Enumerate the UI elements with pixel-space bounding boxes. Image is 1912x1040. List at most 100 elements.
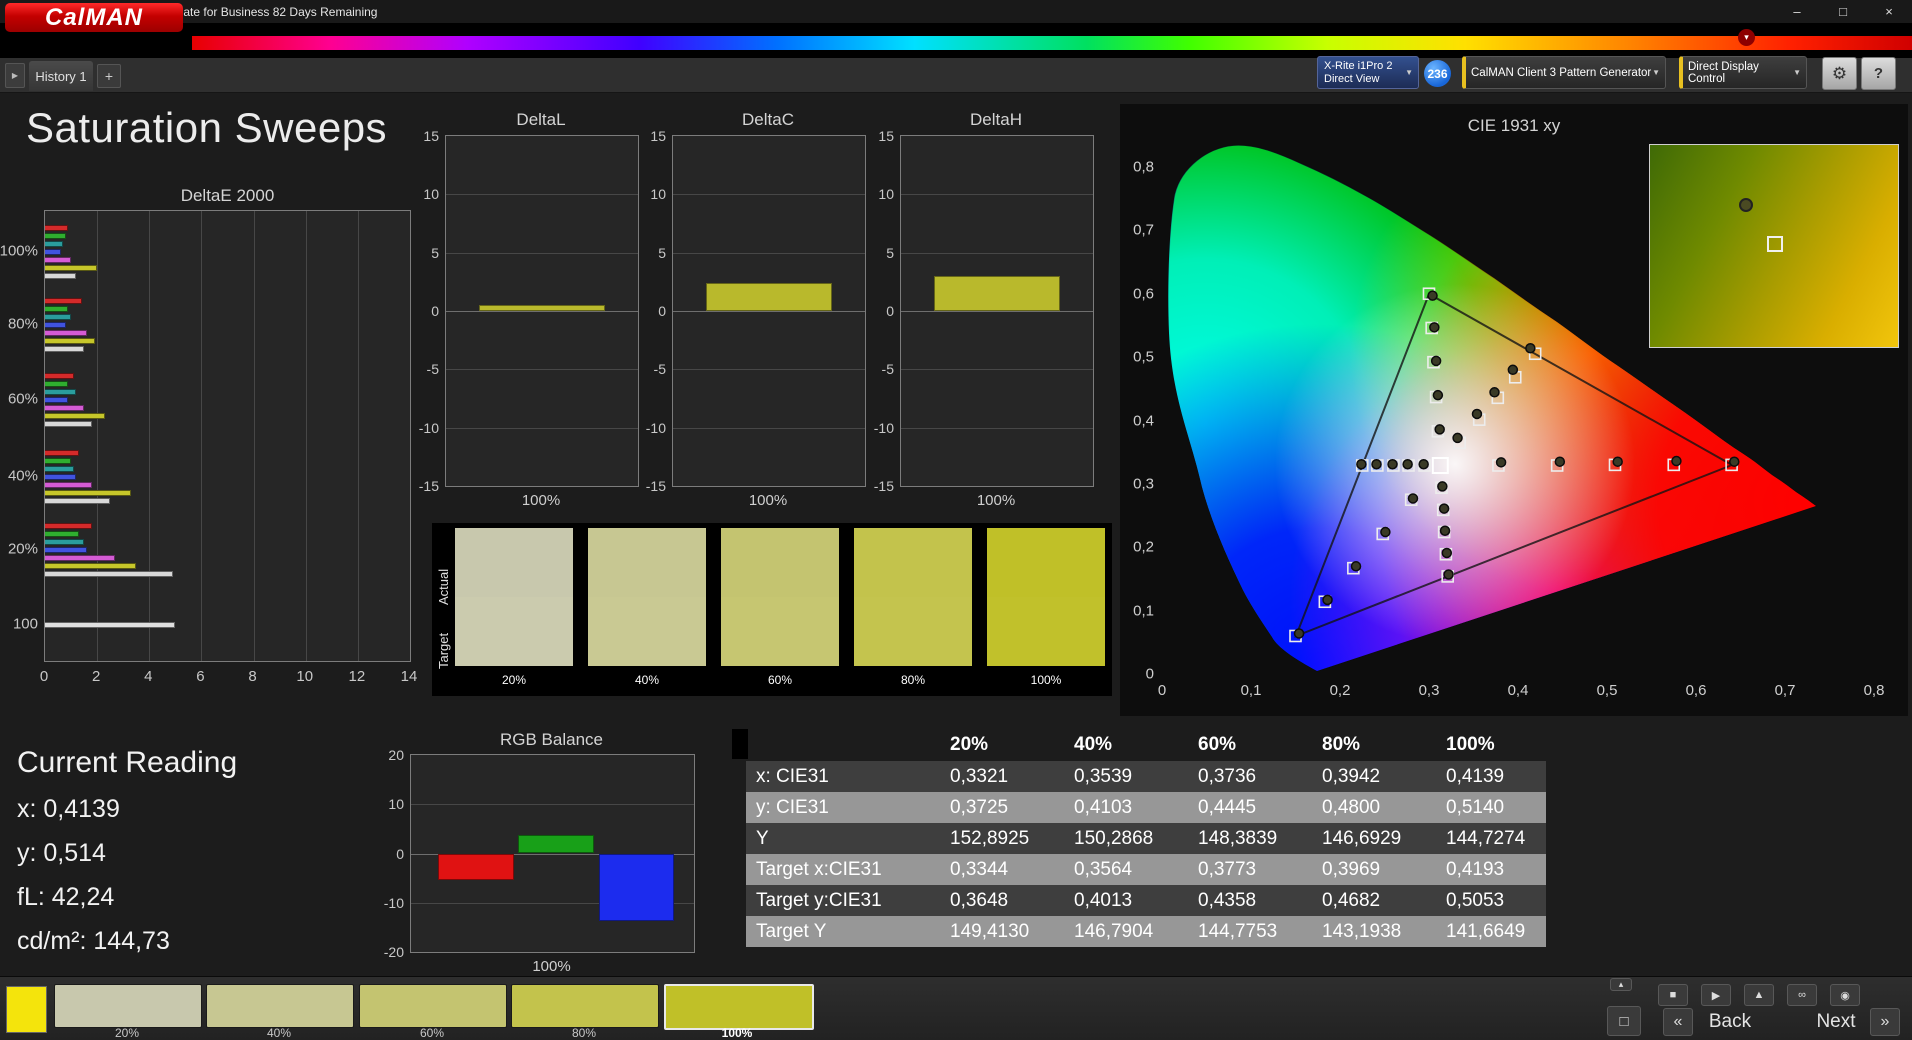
gridline — [901, 194, 1093, 195]
eject-button[interactable]: ▲ — [1744, 984, 1774, 1006]
gridline — [149, 211, 150, 661]
meter-reading-badge[interactable]: 236 — [1424, 60, 1451, 87]
gridline — [411, 804, 694, 805]
add-tab-button[interactable]: + — [97, 64, 121, 88]
logo-menu-chevron-icon[interactable]: ▾ — [1738, 29, 1755, 46]
delta-h-chart-title: DeltaH — [900, 110, 1092, 130]
cie-measured-marker — [1388, 460, 1397, 469]
delta-e-bar — [45, 555, 115, 561]
table-cell: 0,4800 — [1298, 792, 1422, 823]
gridline — [901, 311, 1093, 312]
next-chevrons-button[interactable]: » — [1870, 1008, 1900, 1036]
display-control-dropdown[interactable]: Direct Display Control ▼ — [1679, 56, 1807, 89]
swatch-label: 40% — [588, 673, 706, 687]
next-button[interactable]: Next — [1806, 1011, 1866, 1033]
delta-e-bar — [45, 563, 136, 569]
stop-button[interactable]: ■ — [1658, 984, 1688, 1006]
cie-measured-marker — [1526, 344, 1535, 353]
swatch-label: 80% — [854, 673, 972, 687]
column-header: 80% — [1298, 729, 1422, 761]
minimize-button[interactable]: – — [1774, 0, 1820, 23]
cie-measured-marker — [1435, 425, 1444, 434]
target-color — [588, 597, 706, 666]
axis-tick-label: 0,8 — [1864, 682, 1885, 699]
cie-y-axis-labels: 00,10,20,30,40,50,60,70,8 — [1120, 104, 1154, 716]
calman-logo[interactable]: CalMAN — [5, 3, 183, 32]
table-cell: 0,3321 — [926, 761, 1050, 792]
play-button[interactable]: ▶ — [1701, 984, 1731, 1006]
gridline — [446, 194, 638, 195]
axis-tick-label: -15 — [874, 478, 894, 494]
axis-tick-label: 2 — [92, 668, 100, 685]
back-button[interactable]: Back — [1700, 1011, 1760, 1033]
axis-tick-label: 0,5 — [1120, 349, 1154, 366]
axis-tick-label: 10 — [878, 186, 894, 202]
actual-target-swatch-panel: Actual Target 20%40%60%80%100% — [432, 523, 1112, 696]
delta-e-bar — [45, 531, 79, 537]
pattern-button-100%[interactable] — [664, 984, 814, 1030]
gridline — [673, 428, 865, 429]
close-button[interactable]: × — [1866, 0, 1912, 23]
axis-tick-label: 0,5 — [1597, 682, 1618, 699]
axis-tick-label: 5 — [658, 245, 666, 261]
table-cell: 150,2868 — [1050, 823, 1174, 854]
page-title: Saturation Sweeps — [26, 104, 387, 152]
delta-bar — [479, 305, 606, 311]
pattern-button-20%[interactable] — [54, 984, 202, 1028]
table-cell: 141,6649 — [1422, 916, 1546, 947]
cie-measured-marker — [1613, 457, 1622, 466]
calman-window: CalMAN 2018 CalMAN Ultimate for Business… — [0, 0, 1912, 1040]
pattern-button-80%[interactable] — [511, 984, 659, 1028]
table-row: Target y:CIE310,36480,40130,43580,46820,… — [746, 885, 1546, 916]
deltae-chart-title: DeltaE 2000 — [44, 186, 411, 206]
continuous-button[interactable]: ∞ — [1787, 984, 1817, 1006]
axis-tick-label: 0,1 — [1120, 602, 1154, 619]
help-icon[interactable]: ? — [1861, 57, 1896, 90]
table-cell: 0,5053 — [1422, 885, 1546, 916]
axis-tick-label: 40% — [8, 468, 38, 485]
read-button[interactable]: ◉ — [1830, 984, 1860, 1006]
delta-e-bar — [45, 346, 84, 352]
pattern-button-40%[interactable] — [206, 984, 354, 1028]
delta-e-bar — [45, 233, 66, 239]
swatch-label: 20% — [455, 673, 573, 687]
axis-tick-label: 10 — [388, 796, 404, 812]
actual-color — [854, 528, 972, 597]
tab-history-1[interactable]: History 1 — [29, 61, 93, 91]
axis-tick-label: 20% — [8, 541, 38, 558]
delta-e-bar — [45, 622, 175, 628]
cie-measured-marker — [1730, 457, 1739, 466]
table-cell: 0,4013 — [1050, 885, 1174, 916]
maximize-button[interactable]: □ — [1820, 0, 1866, 23]
cie-measured-marker — [1408, 494, 1417, 503]
cie-measured-marker — [1490, 388, 1499, 397]
current-reading-fl: fL: 42,24 — [17, 883, 114, 912]
target-color — [721, 597, 839, 666]
back-chevrons-button[interactable]: « — [1663, 1008, 1693, 1036]
pattern-window-button[interactable]: □ — [1607, 1006, 1641, 1036]
pattern-button-60%[interactable] — [359, 984, 507, 1028]
collapse-bar-button[interactable]: ▴ — [1610, 978, 1632, 991]
delta-e-bar — [45, 482, 92, 488]
column-header: 100% — [1422, 729, 1546, 761]
axis-tick-label: 60% — [8, 391, 38, 408]
gridline — [901, 428, 1093, 429]
axis-tick-label: 15 — [423, 128, 439, 144]
axis-tick-label: -15 — [646, 478, 666, 494]
table-cell: 144,7753 — [1174, 916, 1298, 947]
delta-l-chart-title: DeltaL — [445, 110, 637, 130]
axis-tick-label: -10 — [874, 420, 894, 436]
gridline — [254, 211, 255, 661]
actual-color — [987, 528, 1105, 597]
tab-scroll-button[interactable]: ▶ — [5, 63, 25, 88]
delta-l-chart: 151050-5-10-15 — [445, 135, 639, 487]
settings-gear-icon[interactable]: ⚙ — [1822, 57, 1857, 90]
pattern-generator-dropdown[interactable]: CalMAN Client 3 Pattern Generator ▼ — [1462, 56, 1666, 89]
pattern-label: 100% — [664, 1026, 810, 1040]
axis-tick-label: 15 — [878, 128, 894, 144]
meter-device-dropdown[interactable]: X-Rite i1Pro 2 Direct View ▼ — [1317, 56, 1419, 89]
cie-x-axis-labels: 00,10,20,30,40,50,60,70,8 — [1120, 682, 1908, 702]
pattern-generator-label: CalMAN Client 3 Pattern Generator — [1471, 67, 1651, 79]
axis-tick-label: -5 — [427, 361, 439, 377]
column-header: 20% — [926, 729, 1050, 761]
